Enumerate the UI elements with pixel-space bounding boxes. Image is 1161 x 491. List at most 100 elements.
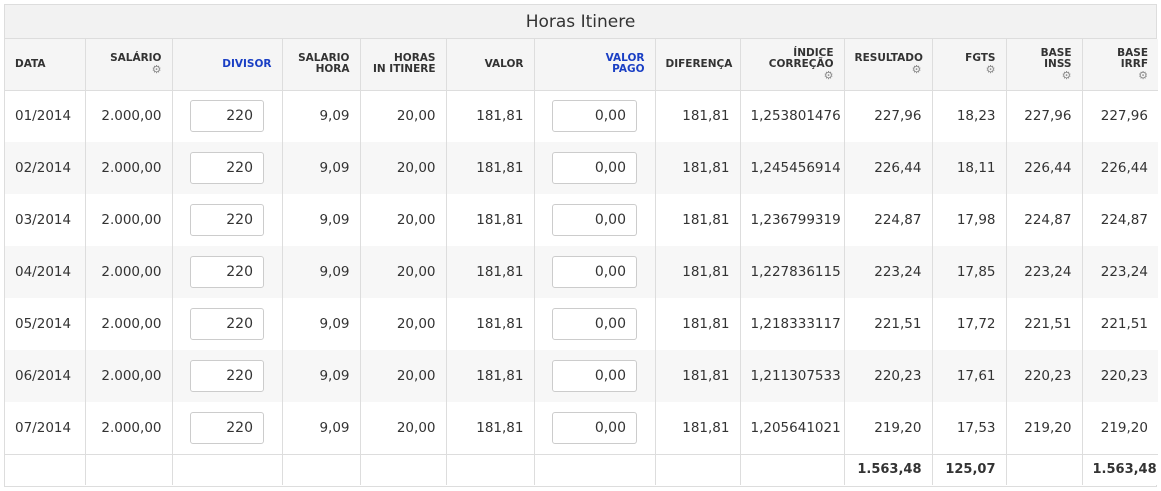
table-row: 03/20142.000,009,0920,00181,81181,811,23…: [5, 194, 1158, 246]
col-header-base-irrf[interactable]: BASE IRRF ⚙: [1082, 39, 1158, 91]
cell-base-irrf: 226,44: [1100, 160, 1148, 176]
cell-indice-correcao: 1,236799319: [740, 194, 845, 246]
col-header-salario-hora[interactable]: SALARIO HORA: [282, 39, 361, 91]
cell-valor: 181,81: [446, 246, 535, 298]
valor-pago-cell: [534, 90, 656, 142]
col-header-diferenca[interactable]: DIFERENÇA: [655, 39, 741, 91]
cell-base-inss: 220,23: [1006, 350, 1083, 402]
cell-salario-hora: 9,09: [282, 142, 361, 194]
divisor-input[interactable]: [190, 100, 264, 133]
col-header-base-inss[interactable]: BASE INSS ⚙: [1006, 39, 1083, 91]
cell-diferenca: 181,81: [655, 350, 741, 402]
cell-salario-hora: 9,09: [282, 246, 361, 298]
col-header-valor[interactable]: VALOR: [446, 39, 535, 91]
valor-pago-input[interactable]: [552, 256, 637, 288]
cell-data: 02/2014: [5, 142, 86, 194]
panel-title: Horas Itinere: [5, 5, 1156, 39]
horas-itinere-table: DATA SALÁRIO ⚙ DIVISOR SALARIO HORA HORAS I…: [5, 39, 1158, 485]
divisor-input[interactable]: [190, 308, 264, 340]
total-cell-empty: [534, 453, 656, 485]
cell-data: 06/2014: [5, 350, 86, 402]
table-row: 05/20142.000,009,0920,00181,81181,811,21…: [5, 298, 1158, 350]
cell-base-inss: 224,87: [1006, 194, 1083, 246]
cell-base-inss: 221,51: [1006, 298, 1083, 350]
total-cell-empty: [282, 453, 361, 485]
cell-base-irrf: 219,20: [1100, 419, 1148, 436]
valor-pago-input[interactable]: [552, 411, 637, 444]
cell-horas-in-itinere: 20,00: [360, 90, 447, 142]
col-header-salario[interactable]: SALÁRIO ⚙: [85, 39, 173, 91]
col-header-horas-in-itinere[interactable]: HORAS IN ITINERE: [360, 39, 447, 91]
total-fgts: 125,07: [932, 453, 1007, 485]
gear-icon[interactable]: ⚙: [855, 64, 922, 75]
valor-pago-input[interactable]: [552, 152, 637, 184]
divisor-input[interactable]: [190, 411, 264, 444]
col-header-data[interactable]: DATA: [5, 39, 86, 91]
divisor-input[interactable]: [190, 256, 264, 288]
gear-icon[interactable]: ⚙: [751, 70, 834, 81]
cell-base-inss: 219,20: [1006, 402, 1083, 454]
divisor-cell: [172, 402, 283, 454]
cell-indice-correcao: 1,245456914: [740, 142, 845, 194]
cell-salario: 2.000,00: [85, 194, 173, 246]
valor-pago-cell: [534, 194, 656, 246]
table-header-row: DATA SALÁRIO ⚙ DIVISOR SALARIO HORA HORAS I…: [5, 39, 1158, 91]
cell-horas-in-itinere: 20,00: [360, 194, 447, 246]
cell-salario-hora: 9,09: [282, 194, 361, 246]
total-cell-empty: [740, 453, 845, 485]
cell-indice-correcao: 1,253801476: [740, 90, 845, 142]
divisor-cell: [172, 90, 283, 142]
col-header-valor-pago[interactable]: VALOR PAGO: [534, 39, 656, 91]
cell-diferenca: 181,81: [655, 194, 741, 246]
cell-indice-correcao: 1,227836115: [740, 246, 845, 298]
cell-base-inss: 226,44: [1006, 142, 1083, 194]
valor-pago-input[interactable]: [552, 204, 637, 236]
col-header-resultado[interactable]: RESULTADO ⚙: [844, 39, 933, 91]
cell-salario-hora: 9,09: [282, 298, 361, 350]
cell-data: 04/2014: [5, 246, 86, 298]
gear-icon[interactable]: ⚙: [96, 64, 162, 75]
cell-horas-in-itinere: 20,00: [360, 402, 447, 454]
cell-valor: 181,81: [446, 402, 535, 454]
col-header-indice-correcao[interactable]: ÍNDICE CORREÇÃO ⚙: [740, 39, 845, 91]
divisor-input[interactable]: [190, 204, 264, 236]
cell-horas-in-itinere: 20,00: [360, 142, 447, 194]
divisor-cell: [172, 142, 283, 194]
gear-icon[interactable]: ⚙: [943, 64, 996, 75]
cell-resultado: 226,44: [844, 142, 933, 194]
gear-icon[interactable]: ⚙: [1017, 70, 1072, 81]
cell-data: 07/2014: [5, 402, 86, 454]
valor-pago-input[interactable]: [552, 360, 637, 392]
valor-pago-input[interactable]: [552, 308, 637, 340]
cell-diferenca: 181,81: [655, 298, 741, 350]
cell-horas-in-itinere: 20,00: [360, 298, 447, 350]
cell-salario-hora: 9,09: [282, 350, 361, 402]
cell-resultado: 227,96: [844, 90, 933, 142]
divisor-input[interactable]: [190, 360, 264, 392]
cell-data: 05/2014: [5, 298, 86, 350]
cell-base-inss: 223,24: [1006, 246, 1083, 298]
divisor-cell: [172, 350, 283, 402]
valor-pago-input[interactable]: [552, 100, 637, 133]
table-row: 02/20142.000,009,0920,00181,81181,811,24…: [5, 142, 1158, 194]
col-header-fgts[interactable]: FGTS ⚙: [932, 39, 1007, 91]
col-header-divisor[interactable]: DIVISOR: [172, 39, 283, 91]
valor-pago-cell: [534, 298, 656, 350]
cell-base-inss: 227,96: [1006, 90, 1083, 142]
gear-icon[interactable]: ⚙: [1093, 70, 1148, 81]
cell-fgts: 17,72: [932, 298, 1007, 350]
cell-salario: 2.000,00: [85, 350, 173, 402]
cell-valor: 181,81: [446, 194, 535, 246]
divisor-cell: [172, 246, 283, 298]
total-cell-empty: [1006, 453, 1083, 485]
cell-fgts: 18,11: [932, 142, 1007, 194]
valor-pago-cell: [534, 246, 656, 298]
cell-data: 03/2014: [5, 194, 86, 246]
cell-valor: 181,81: [446, 298, 535, 350]
cell-resultado: 219,20: [844, 402, 933, 454]
divisor-input[interactable]: [190, 152, 264, 184]
cell-base-irrf: 221,51: [1100, 316, 1148, 332]
cell-salario-hora: 9,09: [282, 402, 361, 454]
cell-horas-in-itinere: 20,00: [360, 246, 447, 298]
divisor-cell: [172, 298, 283, 350]
